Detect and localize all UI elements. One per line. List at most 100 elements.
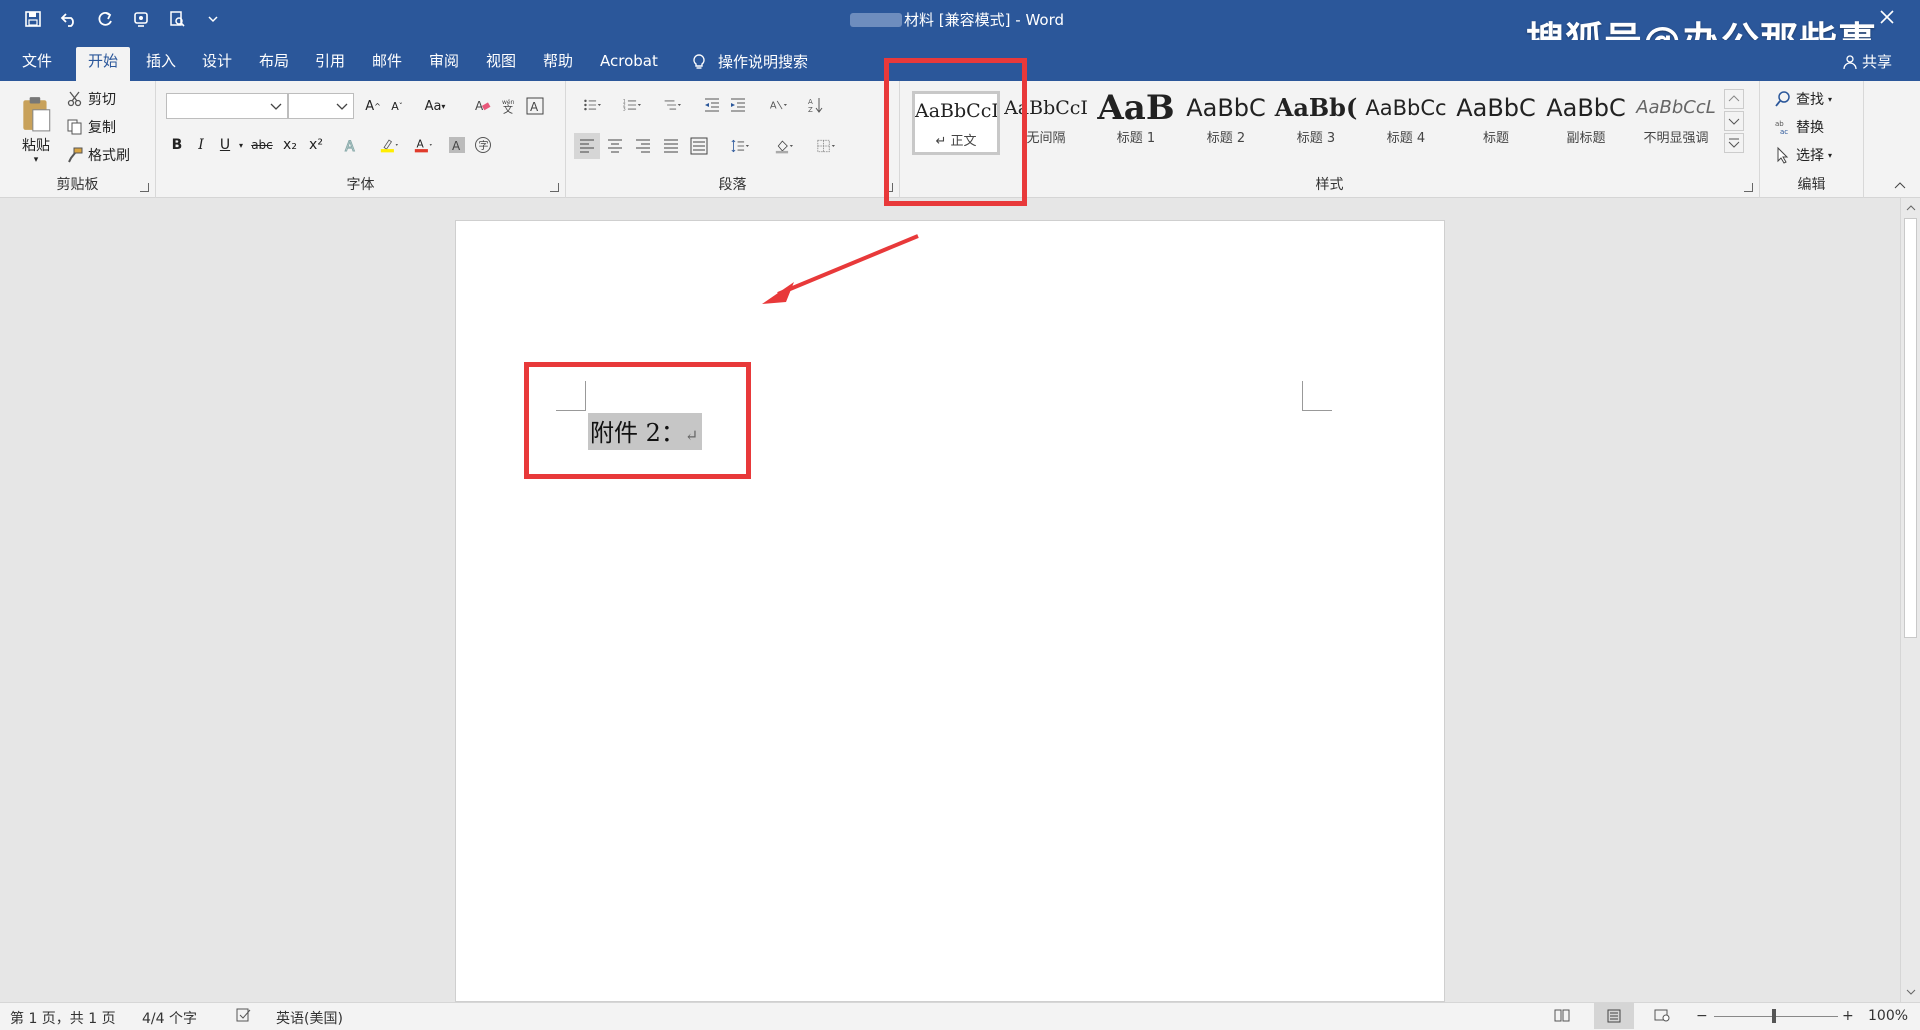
proofing-icon[interactable] <box>236 1007 252 1027</box>
style-heading-4[interactable]: AaBbCc 标题 4 <box>1362 91 1450 155</box>
style-heading-2[interactable]: AaBbC 标题 2 <box>1182 91 1270 155</box>
bold-button[interactable]: B <box>166 133 188 157</box>
zoom-slider-thumb[interactable] <box>1772 1009 1776 1023</box>
tab-home[interactable]: 开始 <box>76 47 131 81</box>
align-left-icon[interactable] <box>574 133 600 159</box>
language[interactable]: 英语(美国) <box>276 1008 343 1028</box>
character-border-icon[interactable]: A <box>524 95 546 117</box>
style-subtitle[interactable]: AaBbC 副标题 <box>1542 91 1630 155</box>
line-spacing-icon[interactable] <box>722 133 758 159</box>
italic-button[interactable]: I <box>190 133 212 157</box>
styles-scroll-down-icon[interactable] <box>1724 111 1744 131</box>
superscript-button[interactable]: x² <box>304 133 328 157</box>
tab-references[interactable]: 引用 <box>303 47 357 81</box>
styles-launcher-icon[interactable] <box>1744 183 1753 192</box>
share-button[interactable]: 共享 <box>1842 51 1892 72</box>
shrink-font-button[interactable]: Aˇ <box>386 95 408 117</box>
select-button[interactable]: 选择 ▾ <box>1774 143 1832 167</box>
enclose-characters-icon[interactable]: 字 <box>472 133 494 157</box>
cut-button[interactable]: 剪切 <box>66 87 116 111</box>
paste-button[interactable]: 粘贴 ▾ <box>14 87 58 173</box>
zoom-slider[interactable] <box>1714 1016 1838 1017</box>
svg-text:A: A <box>345 139 355 154</box>
page-count[interactable]: 第 1 页，共 1 页 <box>10 1008 116 1028</box>
web-layout-icon[interactable] <box>1654 1007 1670 1027</box>
align-center-icon[interactable] <box>602 133 628 159</box>
zoom-in-button[interactable]: + <box>1842 1008 1854 1024</box>
justify-icon[interactable] <box>658 133 684 159</box>
word-count[interactable]: 4/4 个字 <box>142 1008 197 1028</box>
scroll-down-icon[interactable] <box>1905 986 1917 998</box>
zoom-out-button[interactable]: − <box>1696 1008 1708 1024</box>
change-case-button[interactable]: Aa ▾ <box>418 95 452 117</box>
clipboard-launcher-icon[interactable] <box>140 183 149 192</box>
copy-button[interactable]: 复制 <box>66 115 116 139</box>
font-color-button[interactable]: A <box>408 133 438 157</box>
tab-file[interactable]: 文件 <box>10 47 64 81</box>
font-name-combo[interactable] <box>166 93 288 119</box>
decrease-indent-icon[interactable] <box>700 93 724 117</box>
clear-formatting-icon[interactable]: A <box>472 95 494 117</box>
distributed-icon[interactable] <box>686 133 712 159</box>
touch-mode-icon[interactable] <box>130 8 152 30</box>
grow-font-button[interactable]: A ^ <box>362 95 384 117</box>
tab-design[interactable]: 设计 <box>190 47 244 81</box>
increase-indent-icon[interactable] <box>726 93 750 117</box>
svg-text:ac: ac <box>1780 128 1788 136</box>
tab-layout[interactable]: 布局 <box>247 47 301 81</box>
document-page[interactable]: 附件 2：↵ <box>455 220 1445 1002</box>
replace-button[interactable]: ab ac 替换 <box>1774 115 1824 139</box>
styles-more-icon[interactable] <box>1724 133 1744 153</box>
format-painter-label: 格式刷 <box>88 148 130 164</box>
underline-dropdown-icon[interactable]: ▾ <box>236 133 246 157</box>
format-painter-button[interactable]: 格式刷 <box>66 143 130 167</box>
tab-view[interactable]: 视图 <box>474 47 528 81</box>
zoom-level[interactable]: 100% <box>1868 1008 1908 1024</box>
vertical-scrollbar[interactable] <box>1900 198 1920 1002</box>
character-shading-icon[interactable]: A <box>446 133 468 157</box>
scroll-thumb[interactable] <box>1904 218 1917 638</box>
bullets-icon[interactable] <box>574 93 610 117</box>
undo-icon[interactable] <box>58 8 80 30</box>
styles-scroll-up-icon[interactable] <box>1724 89 1744 109</box>
replace-icon: abac <box>1775 120 1788 136</box>
tab-acrobat[interactable]: Acrobat <box>588 47 670 81</box>
print-preview-icon[interactable] <box>166 8 188 30</box>
font-launcher-icon[interactable] <box>550 183 559 192</box>
tab-review[interactable]: 审阅 <box>417 47 471 81</box>
shading-icon[interactable] <box>766 133 802 159</box>
strikethrough-button[interactable]: abc <box>248 133 276 157</box>
save-icon[interactable] <box>22 8 44 30</box>
highlight-color-icon[interactable] <box>374 133 404 157</box>
tab-help[interactable]: 帮助 <box>531 47 585 81</box>
style-heading-1[interactable]: AaB 标题 1 <box>1092 91 1180 155</box>
svg-text:A: A <box>770 100 777 111</box>
font-size-combo[interactable] <box>288 93 354 119</box>
style-title[interactable]: AaBbC 标题 <box>1452 91 1540 155</box>
numbering-icon[interactable]: 123 <box>614 93 650 117</box>
subscript-button[interactable]: x₂ <box>278 133 302 157</box>
borders-icon[interactable] <box>808 133 844 159</box>
redo-icon[interactable] <box>94 8 116 30</box>
underline-button[interactable]: U <box>214 133 236 157</box>
style-subtle-emphasis[interactable]: AaBbCcL 不明显强调 <box>1632 91 1720 155</box>
read-mode-icon[interactable] <box>1554 1007 1570 1027</box>
customize-qat-icon[interactable] <box>202 8 224 30</box>
tell-me-search[interactable]: 操作说明搜索 <box>690 51 808 72</box>
asian-layout-icon[interactable]: A <box>760 93 796 117</box>
svg-text:3: 3 <box>623 107 626 112</box>
tab-insert[interactable]: 插入 <box>134 47 188 81</box>
style-heading-3[interactable]: AaBb( 标题 3 <box>1272 91 1360 155</box>
scroll-up-icon[interactable] <box>1905 202 1917 214</box>
phonetic-guide-icon[interactable]: wén 文 <box>498 95 520 117</box>
collapse-ribbon-icon[interactable] <box>1892 179 1908 193</box>
multilevel-list-icon[interactable] <box>654 93 690 117</box>
app-name: Word <box>1025 11 1064 29</box>
sort-icon[interactable]: AZ <box>804 93 828 117</box>
close-window-icon[interactable] <box>1878 8 1900 30</box>
tab-mailings[interactable]: 邮件 <box>360 47 414 81</box>
find-button[interactable]: 查找 ▾ <box>1774 87 1832 111</box>
align-right-icon[interactable] <box>630 133 656 159</box>
text-effects-icon[interactable]: A <box>338 133 364 157</box>
print-layout-icon[interactable] <box>1594 1003 1634 1029</box>
